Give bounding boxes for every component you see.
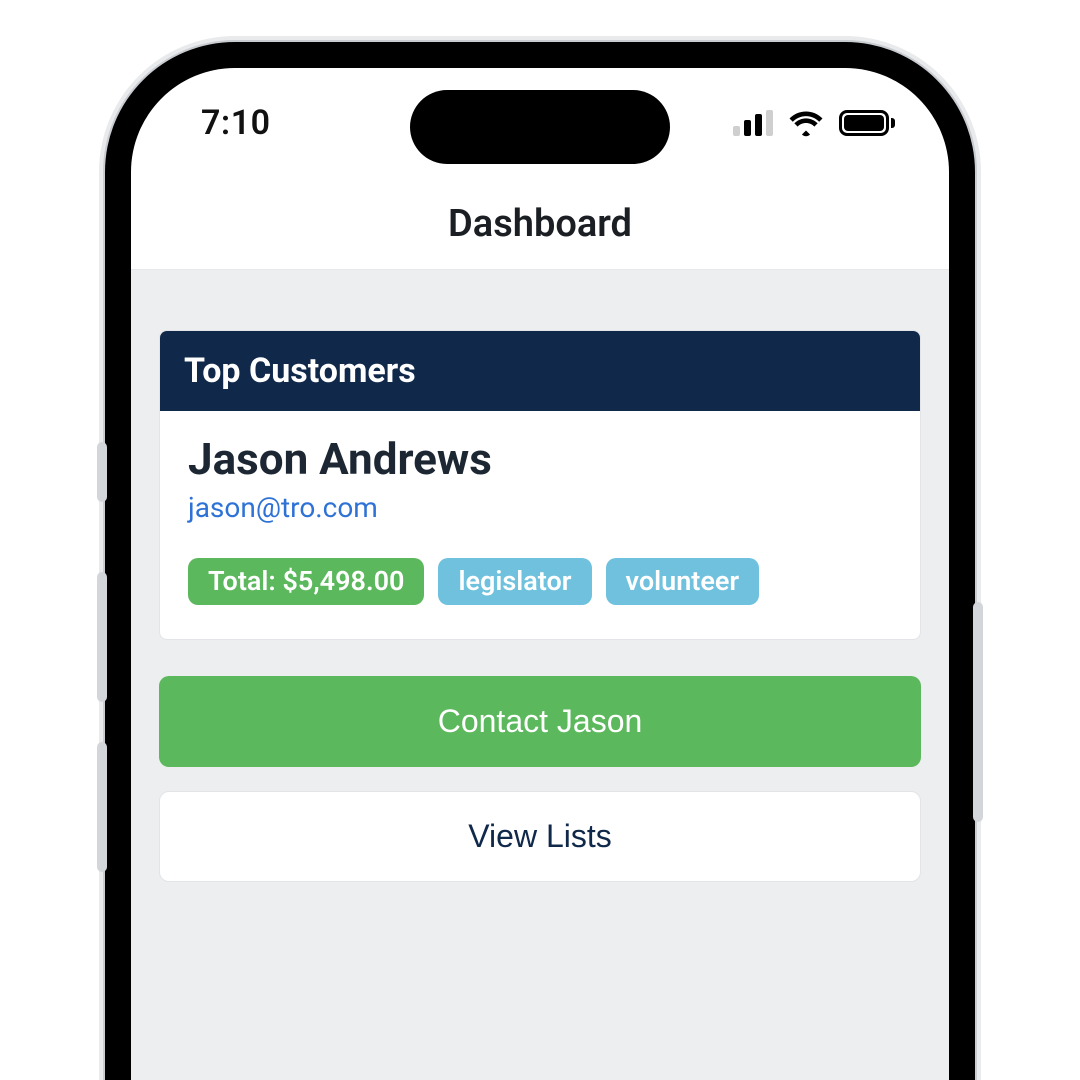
phone-side-button: [973, 602, 983, 822]
cellular-signal-icon: [733, 110, 773, 136]
status-indicators: [733, 109, 895, 137]
phone-screen: 7:10: [131, 68, 949, 1080]
view-lists-button[interactable]: View Lists: [159, 791, 921, 882]
total-badge: Total: $5,498.00: [188, 558, 424, 605]
top-customers-panel: Top Customers Jason Andrews jason@tro.co…: [159, 330, 921, 640]
phone-frame: 7:10: [105, 42, 975, 1080]
customer-card[interactable]: Jason Andrews jason@tro.com Total: $5,49…: [160, 411, 920, 639]
tag-badge: legislator: [438, 558, 591, 605]
customer-name: Jason Andrews: [188, 433, 892, 485]
phone-side-button: [97, 742, 107, 872]
phone-side-button: [97, 442, 107, 502]
dynamic-island: [410, 90, 670, 164]
app-header: Dashboard: [131, 178, 949, 270]
page-title: Dashboard: [448, 202, 632, 246]
panel-header: Top Customers: [160, 331, 920, 411]
customer-email-link[interactable]: jason@tro.com: [188, 491, 378, 524]
battery-icon: [839, 110, 895, 136]
badge-row: Total: $5,498.00 legislator volunteer: [188, 558, 892, 605]
wifi-icon: [787, 109, 825, 137]
content-area: Top Customers Jason Andrews jason@tro.co…: [131, 270, 949, 1080]
contact-button[interactable]: Contact Jason: [159, 676, 921, 767]
tag-badge: volunteer: [606, 558, 760, 605]
status-time: 7:10: [201, 103, 271, 143]
phone-side-button: [97, 572, 107, 702]
